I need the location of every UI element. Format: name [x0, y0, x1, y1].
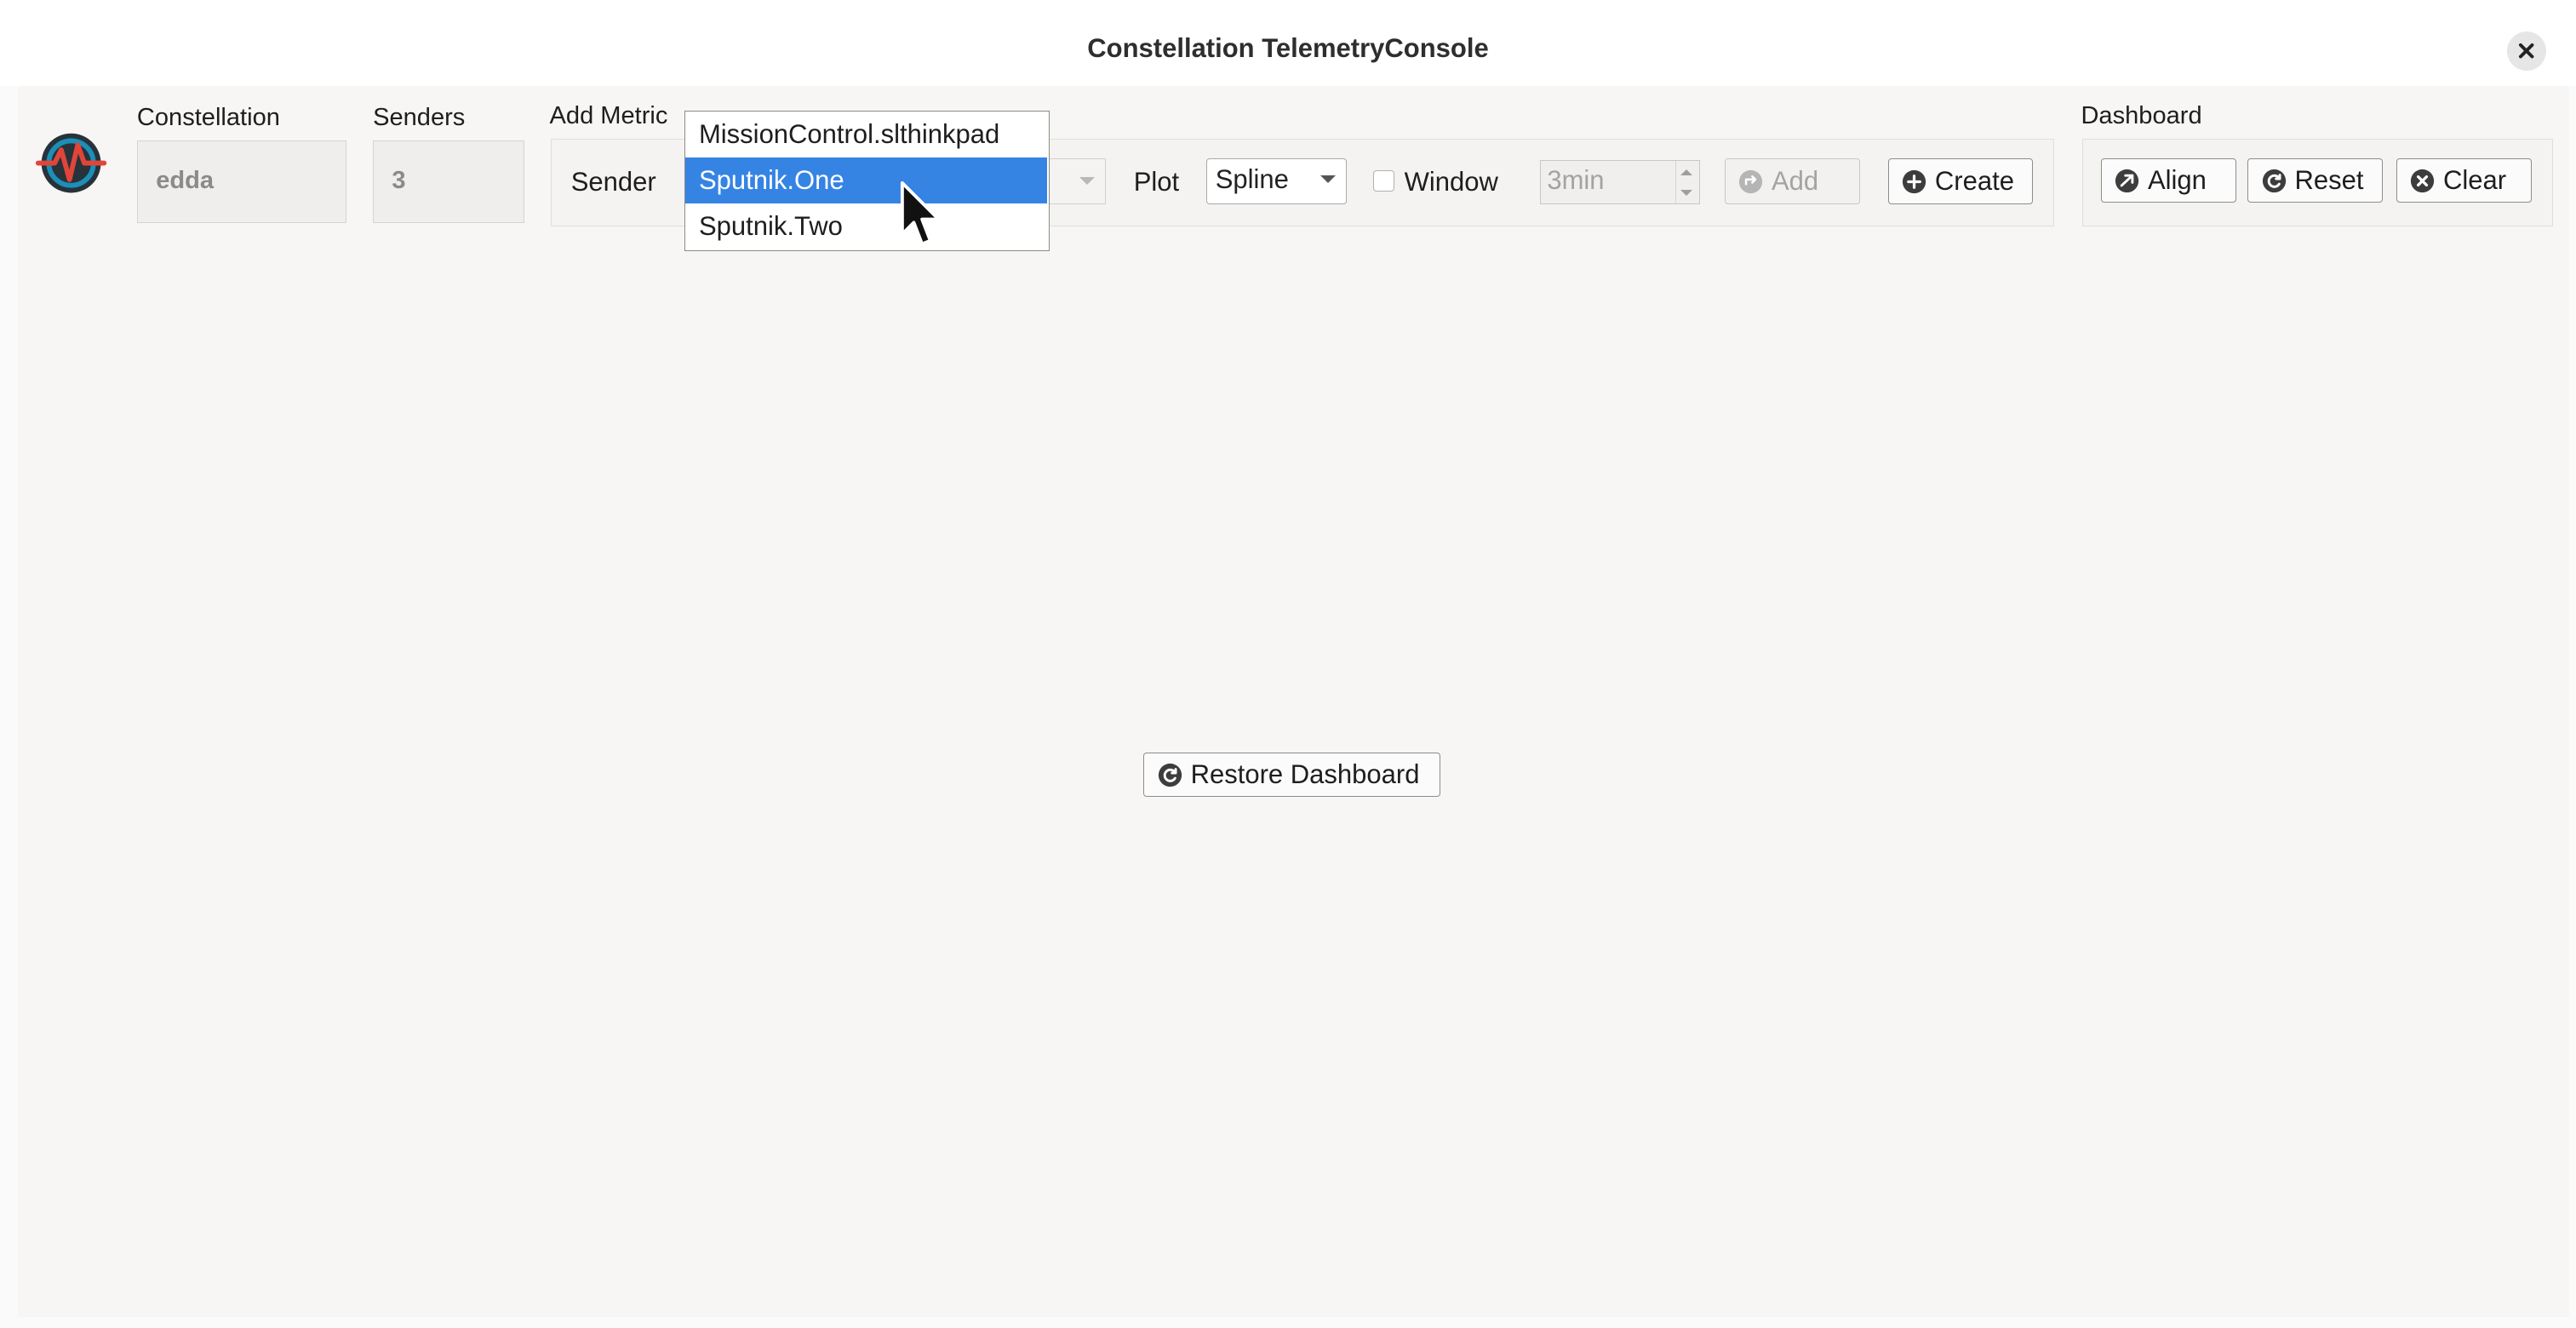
senders-label: Senders: [373, 104, 466, 132]
senders-field: 3: [373, 140, 525, 223]
sender-label: Sender: [570, 166, 656, 197]
app-window: Constellation TelemetryConsole Constella…: [0, 0, 2576, 1328]
align-icon: [2115, 169, 2139, 192]
title-bar: Constellation TelemetryConsole: [0, 0, 2576, 86]
create-button[interactable]: Create: [1887, 158, 2034, 205]
dropdown-item-missioncontrol[interactable]: MissionControl.slthinkpad: [685, 112, 1047, 157]
telemetry-logo-icon: [35, 134, 107, 193]
window-spinbox-value: 3min: [1547, 165, 1605, 196]
plot-combo[interactable]: Spline: [1206, 158, 1347, 205]
spin-up-icon[interactable]: [1680, 169, 1693, 175]
spin-down-icon[interactable]: [1680, 189, 1693, 196]
mouse-cursor-icon: [901, 181, 941, 246]
clear-button-label: Clear: [2442, 165, 2507, 196]
add-icon: [1739, 169, 1763, 193]
restore-dashboard-label: Restore Dashboard: [1190, 759, 1420, 790]
chevron-down-icon: [1320, 175, 1337, 183]
clear-button[interactable]: Clear: [2396, 158, 2532, 203]
add-metric-label: Add Metric: [549, 102, 668, 130]
plus-circle-icon: [1903, 169, 1926, 193]
align-button-label: Align: [2147, 165, 2207, 196]
dashboard-label: Dashboard: [2081, 102, 2202, 130]
chevron-down-icon: [1079, 177, 1096, 185]
dropdown-item-sputnik-two[interactable]: Sputnik.Two: [685, 203, 1047, 249]
plot-combo-value: Spline: [1215, 164, 1289, 195]
dashboard-area: [18, 85, 2570, 1317]
clear-icon: [2411, 169, 2435, 192]
constellation-label: Constellation: [136, 104, 280, 132]
close-icon: [2519, 43, 2534, 59]
constellation-field: edda: [136, 140, 347, 223]
sender-dropdown-list[interactable]: MissionControl.slthinkpad Sputnik.One Sp…: [684, 110, 1050, 251]
window-checkbox[interactable]: [1372, 169, 1395, 192]
window-title: Constellation TelemetryConsole: [1087, 32, 1489, 63]
add-button[interactable]: Add: [1724, 158, 1860, 205]
sender-combo[interactable]: [1049, 158, 1106, 205]
plot-label: Plot: [1133, 166, 1180, 197]
dropdown-item-sputnik-one[interactable]: Sputnik.One: [685, 157, 1047, 204]
window-spinbox[interactable]: 3min: [1539, 160, 1700, 205]
reset-button-label: Reset: [2294, 165, 2364, 196]
align-button[interactable]: Align: [2100, 158, 2236, 203]
create-button-label: Create: [1934, 166, 2014, 197]
reset-button[interactable]: Reset: [2247, 158, 2384, 203]
add-button-label: Add: [1771, 166, 1819, 197]
refresh-icon: [1158, 763, 1182, 787]
spin-buttons[interactable]: [1674, 161, 1699, 204]
close-button[interactable]: [2506, 31, 2547, 72]
window-label[interactable]: Window: [1405, 167, 1498, 197]
restore-dashboard-button[interactable]: Restore Dashboard: [1143, 752, 1441, 798]
refresh-icon: [2262, 169, 2286, 192]
